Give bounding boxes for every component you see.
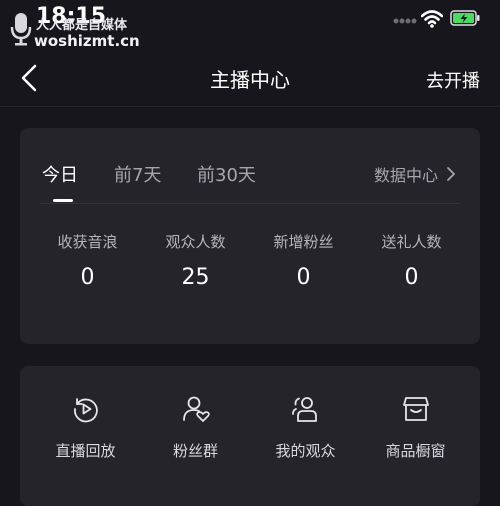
page-title: 主播中心 [210, 68, 290, 92]
wifi-icon [421, 10, 443, 28]
tool-my-audience[interactable]: 我的观众 [248, 394, 363, 461]
data-center-link[interactable]: 数据中心 [374, 162, 456, 186]
stats-card: 今日 前7天 前30天 数据中心 收获音浪 0 观众人数 25 新增粉丝 0 送… [20, 128, 480, 344]
fan-group-icon [182, 396, 210, 422]
tab-7-days[interactable]: 前7天 [114, 161, 161, 187]
shop-window-icon [402, 397, 429, 421]
tool-replay[interactable]: 直播回放 [28, 394, 143, 461]
tool-label: 直播回放 [55, 442, 116, 460]
go-live-button[interactable]: 去开播 [426, 67, 480, 93]
stat-label: 送礼人数 [381, 233, 442, 251]
watermark: 人人都是自媒体 woshizmt.cn [6, 10, 156, 50]
tab-divider [40, 203, 460, 204]
watermark-url: woshizmt.cn [34, 32, 140, 50]
microphone-icon [10, 13, 32, 46]
stat-viewers[interactable]: 观众人数 25 [138, 231, 253, 290]
stat-gifters[interactable]: 送礼人数 0 [354, 231, 469, 290]
stat-label: 收获音浪 [57, 233, 118, 251]
stat-value: 0 [296, 265, 311, 290]
tool-label: 我的观众 [275, 442, 336, 460]
chevron-right-icon [447, 167, 455, 181]
tool-label: 粉丝群 [172, 442, 218, 460]
tool-shop-window[interactable]: 商品橱窗 [358, 394, 473, 461]
stat-value: 0 [80, 265, 95, 290]
tools-card: 直播回放 粉丝群 我的观众 商品橱窗 [20, 366, 480, 506]
stat-sound-waves[interactable]: 收获音浪 0 [30, 231, 145, 290]
battery-icon [450, 10, 480, 26]
tab-indicator [53, 199, 73, 202]
stat-label: 观众人数 [165, 233, 226, 251]
replay-icon [73, 398, 98, 423]
tool-label: 商品橱窗 [385, 442, 446, 460]
audience-icon [291, 397, 317, 422]
status-bar: 18:15 人人都是自媒体 woshizmt.cn [0, 0, 500, 50]
watermark-text: 人人都是自媒体 [36, 18, 128, 33]
signal-icon [393, 18, 417, 24]
stat-value: 0 [404, 265, 419, 290]
tool-fan-group[interactable]: 粉丝群 [138, 394, 253, 461]
stat-new-fans[interactable]: 新增粉丝 0 [246, 231, 361, 290]
tab-30-days[interactable]: 前30天 [197, 161, 256, 187]
stat-value: 25 [181, 265, 210, 290]
stat-label: 新增粉丝 [273, 233, 334, 251]
nav-bar: 主播中心 去开播 [0, 50, 500, 107]
data-center-label: 数据中心 [373, 166, 438, 185]
tab-today[interactable]: 今日 [42, 161, 78, 187]
